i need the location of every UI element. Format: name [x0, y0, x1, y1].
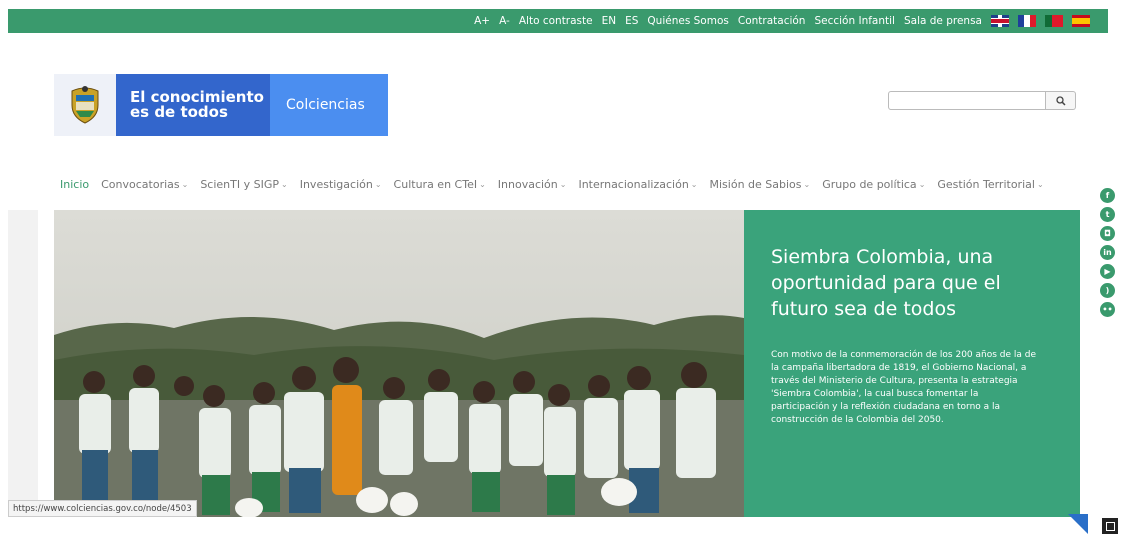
nav-home[interactable]: Inicio [60, 178, 89, 191]
about-link[interactable]: Quiénes Somos [647, 15, 728, 27]
nav-grupo-politica[interactable]: Grupo de política ⌄ [822, 178, 925, 191]
kids-section-link[interactable]: Sección Infantil [814, 15, 895, 27]
social-links: f t ◘ in ▶ ) •• [1100, 188, 1115, 317]
search-bar [888, 91, 1076, 110]
nav-label: ScienTI y SIGP [200, 178, 280, 191]
search-button[interactable] [1046, 91, 1076, 110]
nav-cultura[interactable]: Cultura en CTeI ⌄ [394, 178, 486, 191]
lang-es-link[interactable]: ES [625, 15, 638, 27]
nav-internacionalizacion[interactable]: Internacionalización ⌄ [578, 178, 697, 191]
portugal-flag-icon[interactable] [1045, 15, 1063, 27]
left-gutter [8, 210, 38, 500]
main-nav: Inicio Convocatorias ⌄ ScienTI y SIGP ⌄ In… [60, 178, 1044, 191]
hero-title[interactable]: Siembra Colombia, una oportunidad para q… [771, 244, 1054, 322]
france-flag-icon[interactable] [1018, 15, 1036, 27]
nav-label: Inicio [60, 178, 90, 191]
nav-label: Cultura en CTeI [393, 178, 478, 191]
font-decrease-link[interactable]: A- [499, 15, 510, 27]
nav-convocatorias[interactable]: Convocatorias ⌄ [101, 178, 188, 191]
nav-label: Misión de Sabios [709, 178, 802, 191]
chevron-down-icon: ⌄ [1036, 180, 1044, 189]
logo-brand: Colciencias [270, 74, 388, 136]
chevron-down-icon: ⌄ [281, 180, 288, 189]
chevron-down-icon: ⌄ [559, 180, 567, 189]
site-logo[interactable]: El conocimiento es de todos Colciencias [54, 74, 388, 136]
nav-innovacion[interactable]: Innovación ⌄ [498, 178, 567, 191]
twitter-icon[interactable]: t [1100, 207, 1115, 222]
rss-icon[interactable]: ) [1100, 283, 1115, 298]
linkedin-icon[interactable]: in [1100, 245, 1115, 260]
chevron-down-icon: ⌄ [690, 180, 698, 189]
search-icon [1055, 95, 1066, 106]
nav-investigacion[interactable]: Investigación ⌄ [300, 178, 382, 191]
spain-flag-icon[interactable] [1072, 15, 1090, 27]
hero-caption-panel: Siembra Colombia, una oportunidad para q… [744, 210, 1080, 517]
back-to-top-icon[interactable] [1102, 518, 1118, 534]
instagram-icon[interactable]: ◘ [1100, 226, 1115, 241]
logo-slogan-line2: es de todos [130, 103, 228, 121]
hero-description: Con motivo de la conmemoración de los 20… [771, 350, 1037, 425]
hero-photo[interactable] [54, 210, 744, 517]
chevron-down-icon: ⌄ [181, 180, 189, 189]
chevron-down-icon: ⌄ [918, 180, 926, 189]
nav-label: Grupo de política [822, 178, 917, 191]
chevron-down-icon: ⌄ [479, 180, 486, 189]
corner-decoration [1068, 514, 1088, 534]
nav-scienti[interactable]: ScienTI y SIGP ⌄ [200, 178, 287, 191]
press-room-link[interactable]: Sala de prensa [904, 15, 982, 27]
youtube-icon[interactable]: ▶ [1100, 264, 1115, 279]
nav-mision-sabios[interactable]: Misión de Sabios ⌄ [710, 178, 811, 191]
nav-gestion-territorial[interactable]: Gestión Territorial ⌄ [937, 178, 1043, 191]
chevron-down-icon: ⌄ [803, 180, 811, 189]
font-increase-link[interactable]: A+ [474, 15, 490, 27]
high-contrast-link[interactable]: Alto contraste [519, 15, 593, 27]
nav-label: Innovación [497, 178, 558, 191]
top-bar-items: A+ A- Alto contraste EN ES Quiénes Somos… [474, 9, 1090, 33]
flickr-icon[interactable]: •• [1100, 302, 1115, 317]
lang-en-link[interactable]: EN [602, 15, 617, 27]
nav-label: Convocatorias [101, 178, 180, 191]
facebook-icon[interactable]: f [1100, 188, 1115, 203]
coat-of-arms-icon [54, 74, 116, 136]
nav-label: Internacionalización [578, 178, 689, 191]
search-input[interactable] [888, 91, 1046, 110]
nav-label: Investigación [299, 178, 373, 191]
chevron-down-icon: ⌄ [374, 180, 382, 189]
logo-slogan: El conocimiento es de todos [116, 74, 270, 136]
nav-label: Gestión Territorial [937, 178, 1035, 191]
top-bar: A+ A- Alto contraste EN ES Quiénes Somos… [8, 9, 1108, 33]
browser-status-url: https://www.colciencias.gov.co/node/4503 [8, 500, 197, 517]
contracting-link[interactable]: Contratación [738, 15, 806, 27]
uk-flag-icon[interactable] [991, 15, 1009, 27]
